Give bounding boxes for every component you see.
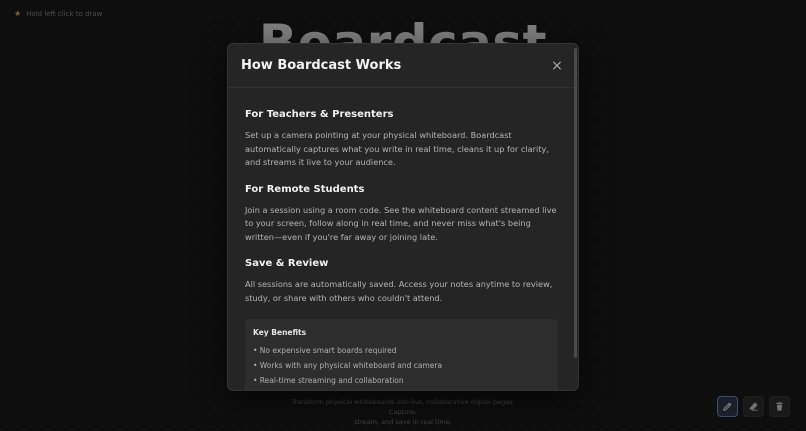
section-body-students: Join a session using a room code. See th… [245, 204, 557, 242]
section-body-save-review: All sessions are automatically saved. Ac… [245, 279, 553, 303]
key-benefits-box: Key Benefits • No expensive smart boards… [245, 319, 558, 390]
modal-header: How Boardcast Works × [228, 44, 578, 88]
section-heading-teachers: For Teachers & Presenters [245, 109, 394, 120]
how-it-works-modal: How Boardcast Works × For Teachers & Pre… [227, 43, 579, 391]
modal-title: How Boardcast Works [241, 58, 402, 73]
modal-body: For Teachers & Presenters Set up a camer… [228, 88, 578, 390]
benefit-item: • No expensive smart boards required [253, 346, 397, 355]
section-body-teachers: Set up a camera pointing at your physica… [245, 130, 549, 167]
modal-scrollbar[interactable] [574, 48, 577, 358]
close-icon[interactable]: × [550, 59, 564, 73]
key-benefits-heading: Key Benefits [253, 328, 307, 337]
benefit-item: • Works with any physical whiteboard and… [253, 361, 443, 370]
section-heading-save-review: Save & Review [245, 258, 329, 269]
section-heading-students: For Remote Students [245, 183, 365, 195]
benefit-item: • Real-time streaming and collaboration [253, 376, 404, 385]
